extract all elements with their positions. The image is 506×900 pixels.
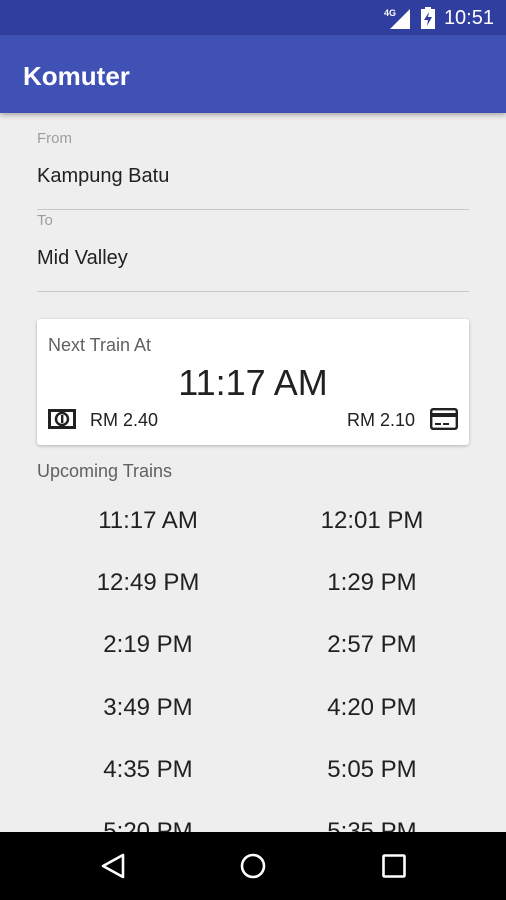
upcoming-train-time: 11:17 AM [98,507,198,534]
to-field[interactable]: To Mid Valley [37,212,469,292]
status-bar: 4G 10:51 [0,0,506,35]
recents-icon[interactable] [381,853,407,879]
upcoming-train-time: 12:01 PM [320,507,424,534]
to-label: To [37,212,53,229]
navigation-bar [0,832,506,900]
upcoming-train-time: 5:05 PM [327,756,417,783]
upcoming-train-time: 2:19 PM [103,631,193,658]
upcoming-train-time: 1:29 PM [327,569,417,596]
cash-icon [48,409,76,429]
app-title: Komuter [23,61,130,91]
signal-icon: 4G [384,8,410,29]
home-icon[interactable] [239,852,267,880]
upcoming-train-time: 2:57 PM [327,631,417,658]
next-train-label: Next Train At [48,335,152,355]
cash-fare: RM 2.40 [90,410,159,430]
upcoming-train-time: 4:35 PM [103,756,193,783]
svg-text:4G: 4G [384,8,396,18]
from-field[interactable]: From Kampung Batu [37,130,469,210]
app-bar: Komuter [0,35,506,113]
from-value[interactable]: Kampung Batu [37,164,169,188]
back-icon[interactable] [100,852,126,880]
to-value[interactable]: Mid Valley [37,246,128,270]
next-train-card: Next Train At 11:17 AM RM 2.40 RM 2.10 [37,319,469,445]
battery-charging-icon [421,7,435,29]
card-icon [430,408,458,430]
from-label: From [37,130,72,147]
upcoming-train-time: 12:49 PM [96,569,200,596]
upcoming-trains-title: Upcoming Trains [37,461,173,481]
card-fare: RM 2.10 [346,410,415,430]
status-clock: 10:51 [443,7,494,29]
upcoming-train-time: 4:20 PM [327,694,417,721]
upcoming-train-time: 3:49 PM [103,694,193,721]
next-train-time: 11:17 AM [178,362,328,403]
